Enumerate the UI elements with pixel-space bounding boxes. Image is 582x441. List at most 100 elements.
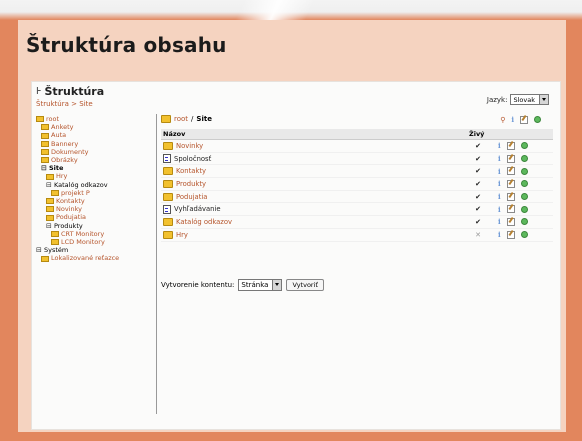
status-dot-icon[interactable] [534, 116, 541, 123]
row-actions: i [491, 192, 551, 201]
tree-item-label: Site [49, 164, 64, 173]
tree-item[interactable]: Novinky [36, 205, 156, 213]
edit-icon[interactable] [506, 192, 515, 201]
row-actions: i [491, 154, 551, 163]
path-root-link[interactable]: root [174, 115, 188, 123]
row-name[interactable]: Vyhľadávanie [163, 203, 465, 215]
row-name[interactable]: Kontakty [163, 165, 465, 177]
info-icon[interactable]: i [498, 179, 501, 188]
content-table: Názov Živý Novinky ✔ i Spoločnosť ✔ i Kontakty… [161, 129, 553, 242]
status-dot-icon[interactable] [520, 218, 528, 226]
status-dot-icon[interactable] [520, 193, 528, 201]
edit-icon[interactable] [506, 217, 515, 226]
info-icon[interactable]: i [498, 217, 501, 226]
live-cell: ✔ [467, 190, 489, 204]
row-name[interactable]: Spoločnosť [163, 153, 465, 165]
tree-item[interactable]: root [36, 115, 156, 123]
edit-icon[interactable] [506, 154, 515, 163]
status-dot-icon[interactable] [520, 155, 528, 163]
table-row[interactable]: Katalóg odkazov ✔ i [161, 215, 553, 229]
info-icon[interactable]: i [511, 115, 514, 124]
info-icon[interactable]: i [498, 192, 501, 201]
tree-item[interactable]: Podujatia [36, 213, 156, 221]
row-name[interactable]: Hry [163, 229, 465, 241]
collapse-icon[interactable]: ⊟ [46, 222, 53, 230]
tree-item[interactable]: Ankety [36, 123, 156, 131]
row-name[interactable]: Katalóg odkazov [163, 216, 465, 228]
status-dot-icon[interactable] [520, 205, 528, 213]
tree-item[interactable]: Kontakty [36, 197, 156, 205]
check-icon[interactable]: ✔ [475, 167, 481, 175]
live-cell: ✕ [467, 228, 489, 242]
status-dot-icon[interactable] [520, 180, 528, 188]
status-dot-icon[interactable] [520, 231, 528, 239]
language-select-value: Slovak [513, 95, 535, 104]
edit-icon[interactable] [520, 115, 528, 124]
tree-item[interactable]: ⊟ Site [36, 164, 156, 172]
tree-item[interactable]: Dokumenty [36, 148, 156, 156]
actions-cell: i [489, 139, 553, 153]
collapse-icon[interactable]: ⊟ [41, 164, 48, 172]
tree-item[interactable]: Obrázky [36, 156, 156, 164]
tree-item[interactable]: ⊟ Produkty [36, 222, 156, 230]
cross-icon[interactable]: ✕ [475, 231, 481, 239]
breadcrumb-current[interactable]: Site [79, 100, 92, 108]
tree-item[interactable]: Bannery [36, 140, 156, 148]
row-name-label: Hry [176, 230, 188, 239]
tree-item[interactable]: ⊟ Katalóg odkazov [36, 181, 156, 189]
tree-item[interactable]: Lokalizované reťazce [36, 254, 156, 262]
tree-item[interactable]: CRT Monitory [36, 230, 156, 238]
create-button[interactable]: Vytvoriť [286, 279, 324, 291]
edit-icon[interactable] [506, 230, 515, 239]
search-icon[interactable]: ⚲ [500, 116, 505, 124]
check-icon[interactable]: ✔ [475, 180, 481, 188]
tree-item[interactable]: LCD Monitory [36, 238, 156, 246]
table-row[interactable]: Podujatia ✔ i [161, 190, 553, 204]
row-name[interactable]: Novinky [163, 140, 465, 152]
breadcrumb: Štruktúra > Site [36, 100, 104, 108]
status-dot-icon[interactable] [520, 142, 528, 150]
check-icon[interactable]: ✔ [475, 205, 481, 213]
row-actions: i [491, 167, 551, 176]
status-dot-icon[interactable] [520, 167, 528, 175]
table-row[interactable]: Produkty ✔ i [161, 177, 553, 191]
name-cell: Novinky [161, 139, 467, 153]
check-icon[interactable]: ✔ [475, 155, 481, 163]
language-select[interactable]: Slovak [510, 94, 549, 105]
actions-cell: i [489, 202, 553, 217]
actions-cell: i [489, 177, 553, 191]
info-icon[interactable]: i [498, 154, 501, 163]
table-row[interactable]: Hry ✕ i [161, 228, 553, 242]
tree-item[interactable]: Hry [36, 172, 156, 180]
folder-icon [46, 173, 54, 180]
info-icon[interactable]: i [498, 141, 501, 150]
table-row[interactable]: Spoločnosť ✔ i [161, 152, 553, 166]
row-name[interactable]: Produkty [163, 178, 465, 190]
table-row[interactable]: Kontakty ✔ i [161, 164, 553, 179]
table-row[interactable]: Vyhľadávanie ✔ i [161, 202, 553, 217]
tree-item[interactable]: projekt P [36, 189, 156, 197]
edit-icon[interactable] [506, 205, 515, 214]
info-icon[interactable]: i [498, 205, 501, 214]
edit-icon[interactable] [506, 179, 515, 188]
content-type-select[interactable]: Stránka [238, 279, 283, 291]
check-icon[interactable]: ✔ [475, 142, 481, 150]
create-content-row: Vytvorenie kontentu: Stránka Vytvoriť [161, 279, 324, 291]
path-separator: / [191, 115, 194, 123]
info-icon[interactable]: i [498, 167, 501, 176]
row-actions: i [491, 230, 551, 239]
collapse-icon[interactable]: ⊟ [46, 181, 53, 189]
check-icon[interactable]: ✔ [475, 218, 481, 226]
table-row[interactable]: Novinky ✔ i [161, 139, 553, 153]
check-icon[interactable]: ✔ [475, 193, 481, 201]
edit-icon[interactable] [506, 141, 515, 150]
tree-item[interactable]: Auta [36, 131, 156, 139]
row-name-label: Produkty [176, 179, 207, 188]
breadcrumb-link-structure[interactable]: Štruktúra [36, 100, 69, 108]
collapse-icon[interactable]: ⊟ [36, 246, 43, 254]
name-cell: Spoločnosť [161, 152, 467, 166]
row-name[interactable]: Podujatia [163, 191, 465, 203]
edit-icon[interactable] [506, 167, 515, 176]
info-icon[interactable]: i [498, 230, 501, 239]
table-header-row: Názov Živý [161, 129, 553, 140]
